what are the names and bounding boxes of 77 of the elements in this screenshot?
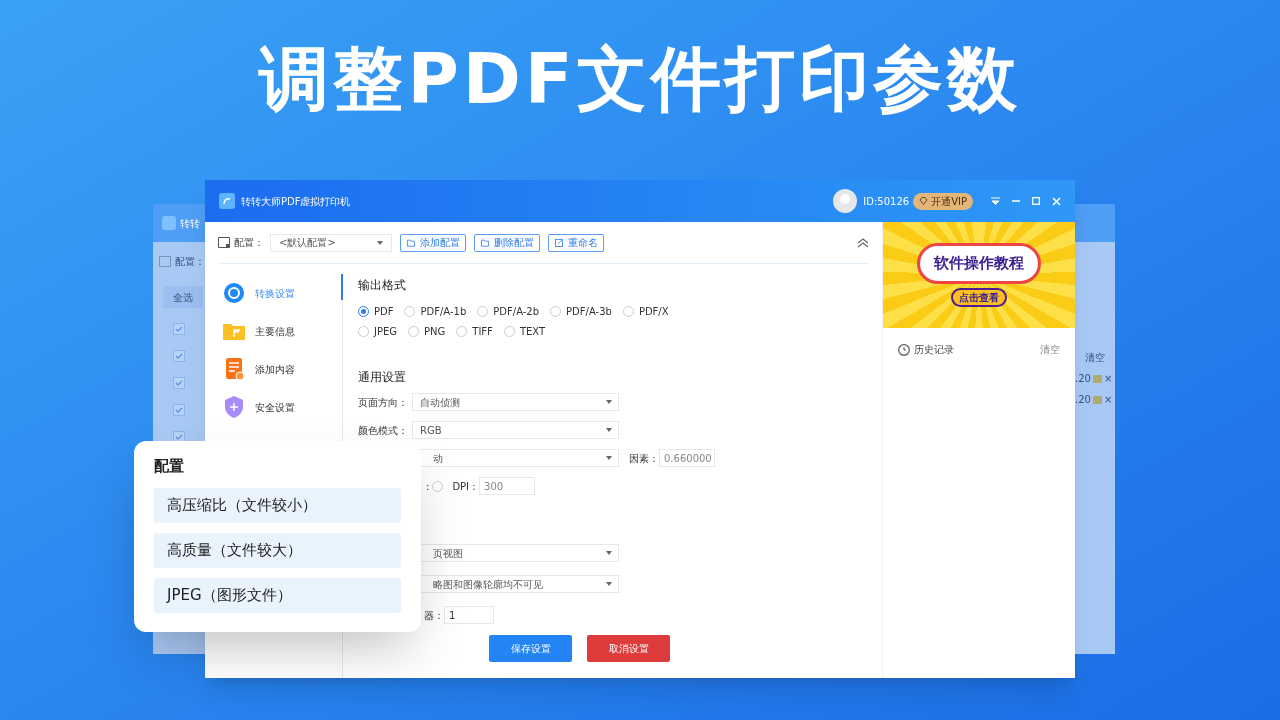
checkbox[interactable]	[173, 350, 185, 362]
app-logo-icon	[219, 193, 235, 209]
minimize-icon[interactable]	[1012, 197, 1020, 205]
clock-icon	[898, 343, 910, 356]
shield-icon	[222, 395, 246, 419]
field-label: 颜色模式：	[358, 423, 409, 438]
headline: 调整PDF文件打印参数	[259, 44, 1021, 114]
caret-icon	[377, 240, 383, 245]
remove-button[interactable]: ×	[1103, 392, 1113, 407]
text-field[interactable]: 1	[444, 606, 494, 624]
caret-icon	[606, 400, 612, 404]
app-logo-icon	[162, 216, 176, 230]
checkbox[interactable]	[173, 323, 185, 335]
section-title: 输出格式	[358, 277, 407, 294]
checkbox[interactable]	[173, 404, 185, 416]
radio-option[interactable]: PDF/A-1b	[404, 304, 467, 319]
section-title: 通用设置	[358, 369, 407, 386]
preset-option[interactable]: 高质量（文件较大）	[154, 532, 401, 568]
banner-title: 软件操作教程	[934, 253, 1024, 275]
preset-option[interactable]: JPEG（图形文件）	[154, 577, 401, 613]
config-label: 配置：	[234, 236, 264, 250]
caret-icon	[606, 551, 612, 555]
cancel-button[interactable]: 取消设置	[587, 635, 670, 662]
field-label: 页面方向：	[358, 395, 409, 410]
field-label: :	[426, 479, 430, 494]
radio-option[interactable]: TEXT	[503, 324, 546, 339]
field-label: DPI：	[452, 479, 480, 494]
history-date: .20	[1075, 372, 1091, 386]
user-id: ID:50126	[863, 194, 910, 209]
caret-icon	[606, 428, 612, 432]
checkbox[interactable]	[173, 377, 185, 389]
banner-illustration[interactable]: 软件操作教程 点击查看	[883, 222, 1075, 328]
caret-icon	[606, 582, 612, 586]
radio-option[interactable]: TIFF	[456, 324, 493, 339]
sidebar-item[interactable]: 安全设置	[218, 388, 342, 426]
config-dropdown[interactable]: <默认配置>	[270, 233, 392, 252]
avatar-icon	[833, 189, 858, 213]
radio-option[interactable]: JPEG	[358, 324, 398, 339]
vip-button[interactable]: 开通VIP	[913, 192, 973, 210]
collapse-icon[interactable]	[857, 237, 869, 248]
window-title: 转转	[180, 216, 200, 231]
dropdown[interactable]: RGB	[412, 421, 619, 439]
remove-button[interactable]: ×	[1103, 371, 1113, 386]
radio-option[interactable]: PDF/X	[622, 304, 669, 319]
diamond-icon	[919, 197, 929, 205]
radio-option[interactable]: PDF	[358, 304, 394, 319]
maximize-icon[interactable]	[1032, 197, 1040, 205]
dropdown[interactable]: 自动侦测	[412, 393, 619, 411]
config-label: 配置：	[175, 255, 205, 269]
preset-option[interactable]: 高压缩比（文件较小）	[154, 487, 401, 523]
radio-option[interactable]: PDF/A-3b	[550, 304, 612, 319]
toolbar-button[interactable]: 添加配置	[400, 233, 466, 252]
text-field[interactable]: 300	[479, 477, 536, 495]
toolbar-button[interactable]: 删除配置	[474, 233, 540, 252]
sidebar-item[interactable]: 添加内容	[218, 350, 342, 388]
close-icon[interactable]	[1052, 196, 1061, 206]
caret-icon	[606, 456, 612, 460]
popup-title: 配置	[154, 456, 185, 477]
edit-icon	[554, 237, 564, 248]
field-label: 因素：	[629, 451, 659, 466]
sidebar-item[interactable]: 转换设置	[218, 274, 342, 312]
field-label: 器：	[424, 608, 444, 623]
radio-button[interactable]	[432, 480, 444, 492]
window-title: 转转大师PDF虚拟打印机	[241, 194, 351, 209]
history-date: .20	[1075, 393, 1091, 407]
clear-link[interactable]: 清空	[1040, 342, 1060, 357]
banner-button[interactable]: 点击查看	[951, 287, 1007, 307]
sidebar-item[interactable]: 主要信息	[218, 312, 342, 350]
history-label: 历史记录	[914, 343, 955, 357]
save-button[interactable]: 保存设置	[489, 635, 572, 662]
text-field[interactable]: 0.660000	[659, 449, 715, 467]
select-all-label: 全选	[173, 290, 193, 305]
toolbar-button[interactable]: 重命名	[548, 233, 604, 252]
clear-link[interactable]: 清空	[1085, 350, 1105, 365]
radio-option[interactable]: PDF/A-2b	[477, 304, 540, 319]
radio-option[interactable]: PNG	[408, 324, 446, 339]
menu-icon[interactable]	[991, 197, 1000, 205]
